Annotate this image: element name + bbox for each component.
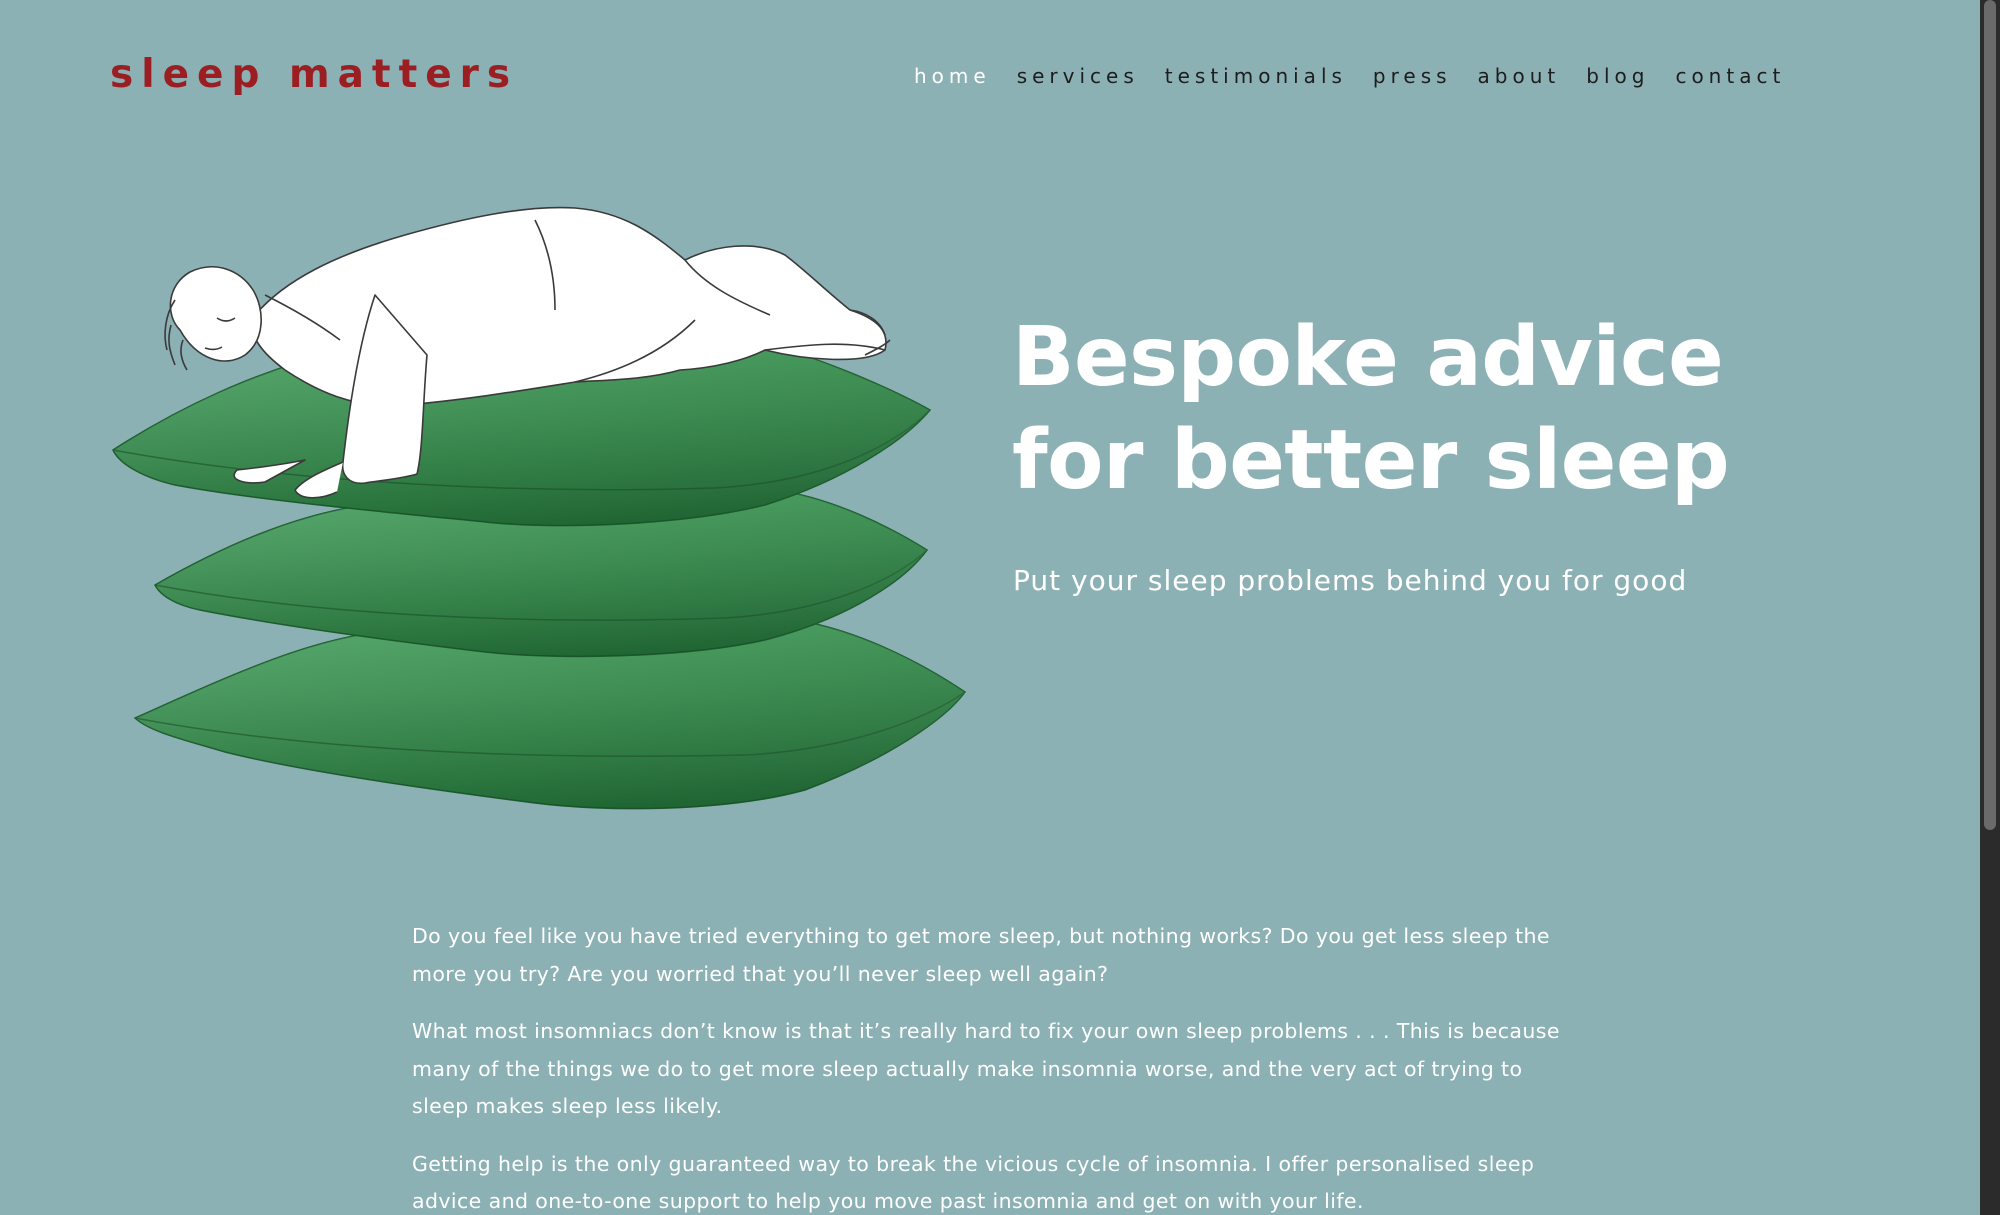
nav-testimonials[interactable]: testimonials [1165, 64, 1347, 88]
nav-home[interactable]: home [914, 64, 991, 88]
hero-illustration [112, 206, 967, 810]
intro-section: Do you feel like you have tried everythi… [412, 918, 1572, 1215]
intro-paragraph-1: Do you feel like you have tried everythi… [412, 924, 1550, 986]
hero-title: Bespoke advice for better sleep [1012, 306, 1872, 512]
hero-title-line1: Bespoke advice [1012, 310, 1724, 405]
page-scrollbar[interactable] [1980, 0, 2000, 1215]
intro-paragraph-3: Getting help is the only guaranteed way … [412, 1151, 1535, 1214]
page: sleep matters home services testimonials… [0, 0, 1980, 1215]
site-logo[interactable]: sleep matters [110, 52, 518, 97]
nav-press[interactable]: press [1373, 64, 1452, 88]
hero-subtitle: Put your sleep problems behind you for g… [1013, 564, 1688, 597]
nav-about[interactable]: about [1478, 64, 1561, 88]
scrollbar-thumb[interactable] [1984, 0, 1996, 830]
main-nav: home services testimonials press about b… [914, 64, 1785, 88]
nav-services[interactable]: services [1017, 64, 1139, 88]
nav-contact[interactable]: contact [1675, 64, 1785, 88]
hero-title-line2: for better sleep [1012, 413, 1730, 508]
nav-blog[interactable]: blog [1586, 64, 1649, 88]
intro-paragraph-2: What most insomniacs don’t know is that … [412, 1019, 1560, 1118]
